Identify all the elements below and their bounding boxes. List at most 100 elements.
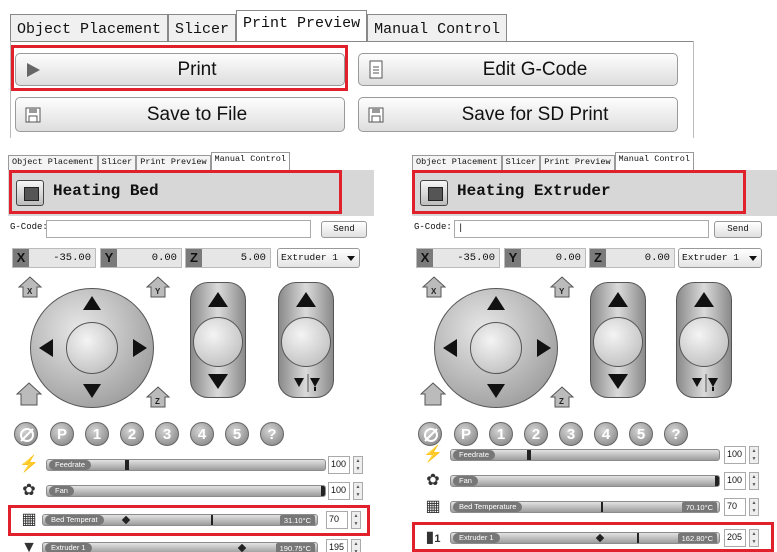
pill-4[interactable]: 4 — [190, 422, 214, 446]
extrude-jog-center[interactable] — [679, 317, 729, 367]
feedrate-thumb[interactable] — [527, 450, 531, 460]
nozzle-icon: ▼ — [21, 539, 37, 552]
feedrate-input[interactable]: 100 — [328, 456, 350, 474]
home-x-icon[interactable]: X — [17, 276, 43, 298]
fan-spinner[interactable]: ▲ ▼ — [353, 482, 363, 500]
home-y-icon[interactable]: Y — [549, 276, 575, 298]
tab-object-placement[interactable]: Object Placement — [412, 155, 502, 170]
arrow-left-icon[interactable] — [39, 339, 53, 357]
extrude-arrow-icon[interactable] — [690, 374, 720, 392]
arrow-right-icon[interactable] — [133, 339, 147, 357]
pill-2[interactable]: 2 — [120, 422, 144, 446]
feedrate-input[interactable]: 100 — [724, 446, 746, 464]
arrow-left-icon[interactable] — [443, 339, 457, 357]
pill-4[interactable]: 4 — [594, 422, 618, 446]
tab-object-placement[interactable]: Object Placement — [8, 155, 98, 170]
feedrate-thumb[interactable] — [125, 460, 129, 470]
feedrate-spinner[interactable]: ▲ ▼ — [353, 456, 363, 474]
extruder-select-value: Extruder 1 — [682, 252, 740, 263]
arrow-down-icon[interactable] — [83, 384, 101, 398]
extrude-jog-center[interactable] — [281, 317, 331, 367]
help-icon[interactable]: ? — [664, 422, 688, 446]
fan-thumb[interactable] — [321, 486, 325, 496]
y-value: 0.00 — [555, 252, 581, 264]
pill-3[interactable]: 3 — [155, 422, 179, 446]
pill-1[interactable]: 1 — [489, 422, 513, 446]
feedrate-label: Feedrate — [49, 460, 92, 470]
tab-slicer[interactable]: Slicer — [97, 155, 137, 170]
help-icon[interactable]: ? — [260, 422, 284, 446]
fan-spinner[interactable]: ▲ ▼ — [749, 472, 759, 490]
save-to-file-label: Save to File — [146, 103, 248, 125]
home-x-icon[interactable]: X — [421, 276, 447, 298]
tab-print-preview[interactable]: Print Preview — [236, 10, 368, 42]
extruder-target-spinner[interactable]: ▲ ▼ — [351, 539, 361, 552]
home-z-icon[interactable]: Z — [549, 386, 575, 408]
bed-temperature-slider[interactable]: Bed Temperature 70.10°C — [450, 501, 720, 513]
tab-slicer[interactable]: Slicer — [501, 155, 541, 170]
z-value: 0.00 — [644, 252, 670, 264]
retract-arrow-icon[interactable] — [296, 292, 316, 307]
z-down-arrow-icon[interactable] — [208, 374, 228, 389]
extruder-select[interactable]: Extruder 1 — [277, 248, 360, 268]
tab-manual-control[interactable]: Manual Control — [210, 152, 290, 170]
z-position: Z 0.00 — [589, 248, 675, 268]
tab-manual-control[interactable]: Manual Control — [367, 14, 508, 42]
feedrate-slider[interactable]: Feedrate — [450, 449, 720, 461]
z-up-arrow-icon[interactable] — [208, 292, 228, 307]
extrude-arrow-icon[interactable] — [292, 374, 322, 392]
arrow-right-icon[interactable] — [537, 339, 551, 357]
pill-5[interactable]: 5 — [225, 422, 249, 446]
home-all-icon[interactable] — [15, 382, 43, 406]
pill-p[interactable]: P — [50, 422, 74, 446]
tab-print-preview[interactable]: Print Preview — [540, 155, 615, 170]
motors-off-icon[interactable] — [418, 422, 442, 446]
pill-p[interactable]: P — [454, 422, 478, 446]
tab-manual-control[interactable]: Manual Control — [614, 152, 694, 170]
bed-target-spinner[interactable]: ▲ ▼ — [749, 498, 759, 516]
home-y-icon[interactable]: Y — [145, 276, 171, 298]
extruder-select[interactable]: Extruder 1 — [678, 248, 762, 268]
edit-gcode-button[interactable]: Edit G-Code — [358, 53, 678, 86]
gcode-input[interactable]: | — [454, 220, 709, 238]
extruder-target-input[interactable]: 195 — [326, 539, 348, 552]
motors-off-icon[interactable] — [14, 422, 38, 446]
pill-3[interactable]: 3 — [559, 422, 583, 446]
save-sd-button[interactable]: Save for SD Print — [358, 97, 678, 132]
arrow-up-icon[interactable] — [83, 296, 101, 310]
tab-print-preview[interactable]: Print Preview — [136, 155, 211, 170]
z-up-arrow-icon[interactable] — [608, 292, 628, 307]
fan-slider[interactable]: Fan — [46, 485, 326, 497]
fan-slider[interactable]: Fan — [450, 475, 720, 487]
home-all-icon[interactable] — [419, 382, 447, 406]
feedrate-spinner[interactable]: ▲ ▼ — [749, 446, 759, 464]
send-button[interactable]: Send — [714, 221, 762, 238]
xy-jog-center[interactable] — [470, 322, 522, 374]
save-to-file-button[interactable]: Save to File — [15, 97, 345, 132]
svg-text:Y: Y — [155, 287, 161, 296]
tab-object-placement[interactable]: Object Placement — [10, 14, 169, 42]
arrow-down-icon[interactable] — [487, 384, 505, 398]
extruder-temperature-slider[interactable]: Extruder 1 190.75°C — [42, 542, 318, 552]
z-jog-center[interactable] — [593, 317, 643, 367]
tab-slicer[interactable]: Slicer — [168, 14, 237, 42]
fan-input[interactable]: 100 — [328, 482, 350, 500]
feedrate-slider[interactable]: Feedrate — [46, 459, 326, 471]
fan-thumb[interactable] — [715, 476, 719, 486]
retract-arrow-icon[interactable] — [694, 292, 714, 307]
xy-jog-center[interactable] — [66, 322, 118, 374]
bed-target-input[interactable]: 70 — [724, 498, 746, 516]
pill-2[interactable]: 2 — [524, 422, 548, 446]
gcode-input[interactable] — [46, 220, 311, 238]
fan-label: Fan — [49, 486, 74, 496]
send-button[interactable]: Send — [321, 221, 367, 238]
top-frame-right — [693, 41, 694, 138]
pill-1[interactable]: 1 — [85, 422, 109, 446]
home-z-icon[interactable]: Z — [145, 386, 171, 408]
pill-5[interactable]: 5 — [629, 422, 653, 446]
svg-text:Y: Y — [559, 287, 565, 296]
fan-input[interactable]: 100 — [724, 472, 746, 490]
z-jog-center[interactable] — [193, 317, 243, 367]
arrow-up-icon[interactable] — [487, 296, 505, 310]
z-down-arrow-icon[interactable] — [608, 374, 628, 389]
